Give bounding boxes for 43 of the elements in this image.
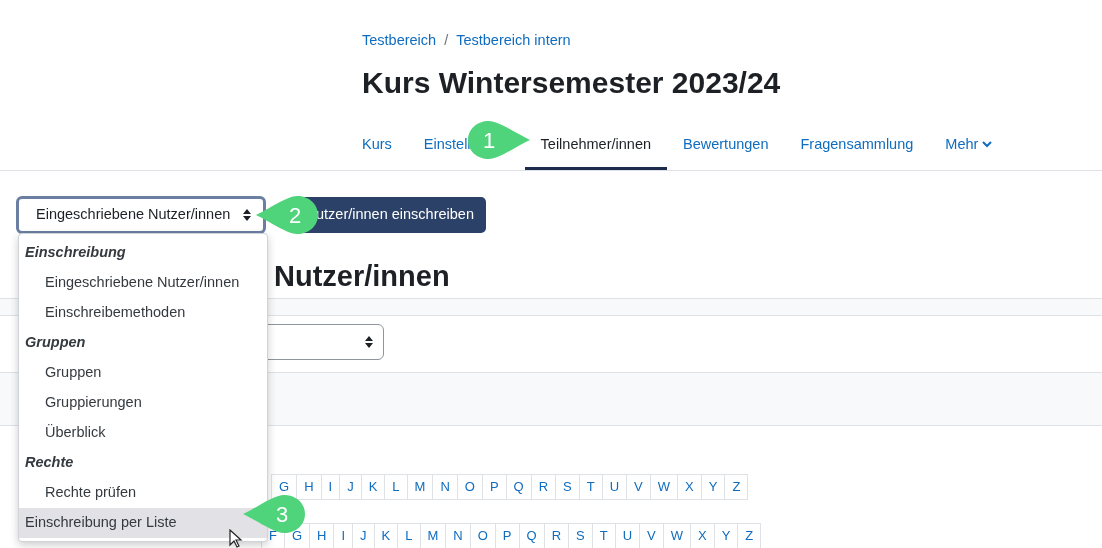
menu-group-heading: Rechte [24, 453, 75, 473]
menu-option[interactable]: Überblick [19, 418, 267, 448]
initial-letter-link[interactable]: L [384, 474, 408, 500]
menu-group-heading: Einschreibung [24, 243, 127, 263]
page-select[interactable]: Eingeschriebene Nutzer/innen [16, 196, 266, 234]
initial-letter-link[interactable]: U [601, 474, 628, 500]
sort-arrows-icon [365, 336, 373, 348]
initial-letter-link[interactable]: J [339, 474, 362, 500]
initial-letter-link[interactable]: O [456, 474, 483, 500]
initial-letter-link[interactable]: V [626, 474, 651, 500]
initial-letter-link[interactable]: P [481, 474, 507, 500]
nav-tab[interactable]: Bewertungen [667, 122, 785, 170]
nav-tab[interactable]: Mehr [929, 122, 1009, 170]
breadcrumb-link[interactable]: Testbereich [362, 30, 437, 52]
menu-option[interactable]: Einschreibung per Liste [19, 508, 267, 538]
initial-letter-link[interactable]: Z [737, 523, 762, 548]
page-title: Kurs Wintersemester 2023/24 [361, 65, 782, 101]
section-heading: Nutzer/innen [274, 259, 451, 294]
menu-option[interactable]: Gruppierungen [19, 388, 267, 418]
initial-letter-link[interactable]: W [649, 474, 679, 500]
nav-tab[interactable]: Teilnehmer/innen [524, 122, 667, 170]
menu-option[interactable]: Einschreibemethoden [19, 298, 267, 328]
initial-letter-link[interactable]: R [530, 474, 557, 500]
initial-letter-link[interactable]: Q [505, 474, 532, 500]
nav-tab[interactable]: Fragensammlung [784, 122, 930, 170]
initial-letter-link[interactable]: Y [700, 474, 726, 500]
initial-letter-link[interactable]: S [555, 474, 580, 500]
initial-letter-link[interactable]: N [432, 474, 458, 500]
initial-letter-link[interactable]: K [360, 474, 386, 500]
sort-arrows-icon [243, 209, 251, 221]
breadcrumb-separator: / [444, 31, 449, 51]
menu-option[interactable]: Gruppen [19, 358, 267, 388]
initial-letter-link[interactable]: T [578, 474, 603, 500]
initial-letter-link[interactable]: H [296, 474, 322, 500]
initial-letter-link[interactable]: Z [724, 474, 749, 500]
nav-tab[interactable]: Einstell [407, 122, 471, 170]
breadcrumb-link[interactable]: Testbereich intern [456, 30, 571, 52]
initial-letter-link[interactable]: M [406, 474, 434, 500]
nav-tab[interactable]: Kurs [346, 122, 408, 170]
menu-option[interactable]: Eingeschriebene Nutzer/innen [19, 268, 267, 298]
initial-letter-link[interactable]: X [677, 474, 702, 500]
menu-group-heading: Gruppen [24, 333, 87, 353]
initial-letter-link[interactable]: I [320, 474, 341, 500]
